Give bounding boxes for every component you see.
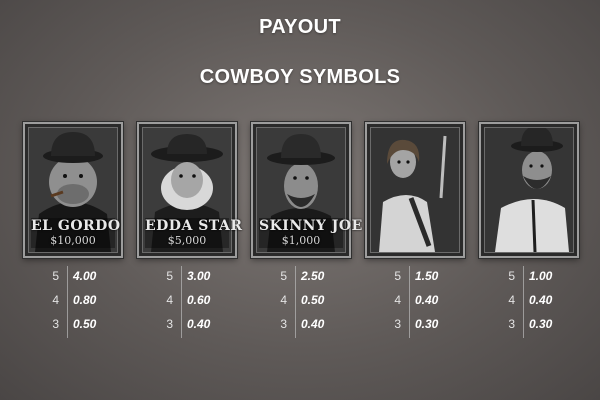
paytable-edda-star: 5 3.00 4 0.60 3 0.40 (137, 266, 237, 338)
symbol-card-bearded-cowboy (479, 122, 579, 258)
divider (295, 290, 296, 314)
payout-value: 2.50 (301, 269, 325, 283)
payout-value: 0.80 (73, 293, 97, 307)
symbol-card-gunslinger-woman (365, 122, 465, 258)
symbol-count: 5 (508, 269, 515, 283)
payout-row-3: 3 0.30 (479, 314, 579, 338)
symbol-count: 3 (280, 317, 287, 331)
bearded-cowboy-portrait (485, 128, 573, 252)
gunslinger-woman-portrait (371, 128, 459, 252)
payout-row-4: 4 0.80 (23, 290, 123, 314)
divider (295, 314, 296, 338)
payout-row-5: 5 3.00 (137, 266, 237, 290)
symbol-count: 3 (394, 317, 401, 331)
symbol-bounty: $5,000 (167, 234, 207, 247)
symbol-count: 4 (280, 293, 287, 307)
payout-row-3: 3 0.30 (365, 314, 465, 338)
symbol-count: 4 (166, 293, 173, 307)
divider (181, 266, 182, 290)
symbol-card-edda-star: EDDA STAR $5,000 (137, 122, 243, 258)
payout-value: 1.50 (415, 269, 439, 283)
payout-value: 0.30 (415, 317, 439, 331)
symbol-name: SKINNY JOE (259, 218, 363, 234)
symbol-count: 5 (394, 269, 401, 283)
divider (67, 290, 68, 314)
symbol-count: 5 (166, 269, 173, 283)
payout-value: 0.40 (187, 317, 211, 331)
symbol-count: 5 (280, 269, 287, 283)
symbol-count: 5 (52, 269, 59, 283)
payout-row-3: 3 0.40 (137, 314, 237, 338)
payout-row-3: 3 0.40 (251, 314, 351, 338)
symbol-count: 3 (508, 317, 515, 331)
symbol-count: 4 (394, 293, 401, 307)
symbol-count: 3 (166, 317, 173, 331)
symbol-card-el-gordo: EL GORDO $10,000 (23, 122, 123, 258)
payout-value: 0.30 (529, 317, 553, 331)
payout-row-4: 4 0.50 (251, 290, 351, 314)
divider (67, 314, 68, 338)
payout-value: 4.00 (73, 269, 97, 283)
payout-row-4: 4 0.40 (479, 290, 579, 314)
divider (409, 266, 410, 290)
symbol-bounty: $10,000 (50, 234, 96, 247)
paytable-gunslinger-woman: 5 1.50 4 0.40 3 0.30 (365, 266, 465, 338)
payout-title: PAYOUT (259, 16, 341, 38)
paytable-skinny-joe: 5 2.50 4 0.50 3 0.40 (251, 266, 351, 338)
payout-value: 1.00 (529, 269, 553, 283)
payout-value: 0.40 (301, 317, 325, 331)
divider (523, 314, 524, 338)
divider (295, 266, 296, 290)
divider (181, 290, 182, 314)
symbol-bounty: $1,000 (281, 234, 321, 247)
payout-value: 0.50 (73, 317, 97, 331)
divider (523, 266, 524, 290)
section-title: COWBOY SYMBOLS (199, 66, 401, 88)
payout-row-5: 5 2.50 (251, 266, 351, 290)
paytable-el-gordo: 5 4.00 4 0.80 3 0.50 (23, 266, 123, 338)
name-plate: EDDA STAR $5,000 (145, 218, 243, 248)
payout-value: 0.40 (529, 293, 553, 307)
paytable-bearded-cowboy: 5 1.00 4 0.40 3 0.30 (479, 266, 579, 338)
divider (67, 266, 68, 290)
payout-value: 0.60 (187, 293, 211, 307)
payout-row-4: 4 0.40 (365, 290, 465, 314)
payout-row-3: 3 0.50 (23, 314, 123, 338)
divider (181, 314, 182, 338)
payout-row-5: 5 1.00 (479, 266, 579, 290)
symbol-name: EDDA STAR (145, 218, 243, 234)
symbol-count: 4 (52, 293, 59, 307)
name-plate: SKINNY JOE $1,000 (259, 218, 363, 248)
symbol-card-skinny-joe: SKINNY JOE $1,000 (251, 122, 363, 258)
divider (409, 290, 410, 314)
payout-row-4: 4 0.60 (137, 290, 237, 314)
payout-value: 0.40 (415, 293, 439, 307)
symbol-count: 3 (52, 317, 59, 331)
divider (409, 314, 410, 338)
divider (523, 290, 524, 314)
symbol-count: 4 (508, 293, 515, 307)
payout-value: 0.50 (301, 293, 325, 307)
payout-row-5: 5 4.00 (23, 266, 123, 290)
payout-value: 3.00 (187, 269, 211, 283)
payout-row-5: 5 1.50 (365, 266, 465, 290)
symbol-name: EL GORDO (31, 218, 121, 234)
name-plate: EL GORDO $10,000 (31, 218, 121, 248)
